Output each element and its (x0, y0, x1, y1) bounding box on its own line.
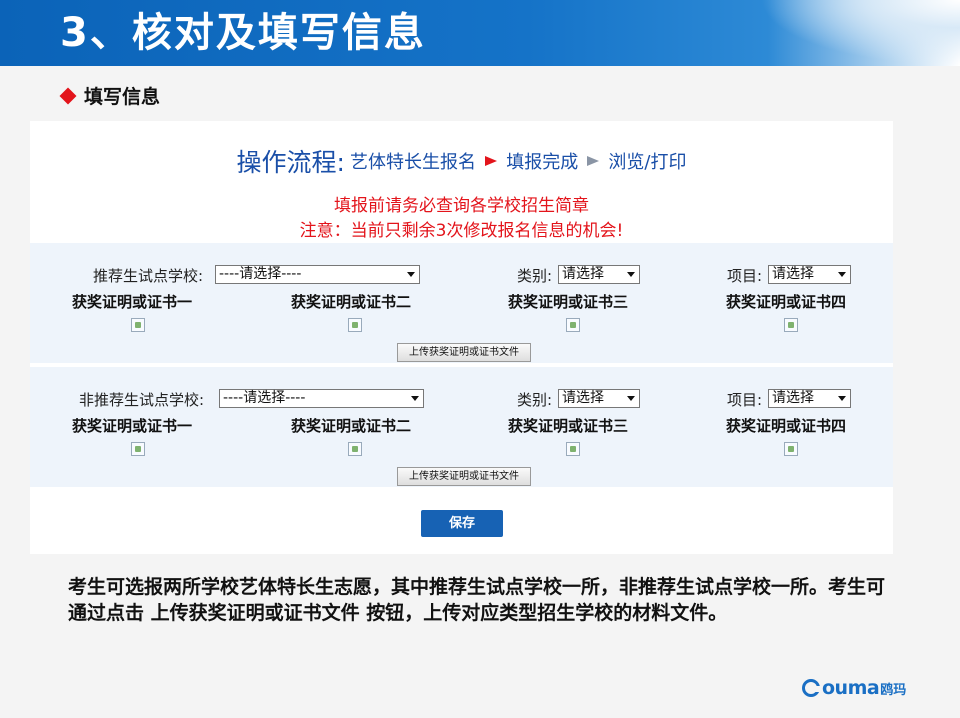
logo-cn-text: 鸥玛 (880, 682, 907, 698)
non-recommended-project-select[interactable]: 请选择 (768, 389, 851, 408)
non-recommended-category-label: 类别: (517, 391, 553, 409)
chevron-down-icon (838, 272, 846, 277)
notice-check-guide: 填报前请务必查询各学校招生简章 (334, 196, 589, 216)
header-swoosh (760, 0, 960, 66)
certificate-image-1[interactable] (131, 442, 145, 456)
section-heading-text: 填写信息 (84, 86, 161, 108)
registration-form-panel: 操作流程: 艺体特长生报名 填报完成 浏览/打印 填报前请务必查询各学校招生简章… (30, 121, 893, 554)
recommended-school-select[interactable]: ----请选择---- (215, 265, 420, 284)
non-recommended-school-value: ----请选择---- (223, 390, 306, 406)
flow-step-register: 艺体特长生报名 (350, 152, 477, 173)
certificate-label-2: 获奖证明或证书二 (291, 417, 412, 435)
upload-certificate-button[interactable]: 上传获奖证明或证书文件 (397, 343, 531, 362)
non-recommended-school-select[interactable]: ----请选择---- (219, 389, 424, 408)
flow-step-complete: 填报完成 (506, 152, 579, 173)
logo-text: ouma (822, 677, 880, 699)
recommended-project-select[interactable]: 请选择 (768, 265, 851, 284)
arrow-right-icon (485, 156, 498, 166)
non-recommended-school-label: 非推荐生试点学校: (79, 391, 205, 409)
arrow-right-icon (587, 156, 600, 166)
certificate-image-4[interactable] (784, 442, 798, 456)
diamond-bullet-icon (59, 87, 77, 105)
certificate-label-3: 获奖证明或证书三 (508, 417, 629, 435)
chevron-down-icon (411, 396, 419, 401)
certificate-label-1: 获奖证明或证书一 (72, 417, 193, 435)
recommended-category-label: 类别: (517, 267, 553, 285)
recommended-school-section: 推荐生试点学校: ----请选择---- 类别: 请选择 项目: 请选择 获奖证… (30, 243, 893, 363)
certificate-image-4[interactable] (784, 318, 798, 332)
certificate-label-3: 获奖证明或证书三 (508, 293, 629, 311)
slide-description: 考生可选报两所学校艺体特长生志愿，其中推荐生试点学校一所，非推荐生试点学校一所。… (68, 576, 886, 624)
chevron-down-icon (838, 396, 846, 401)
non-recommended-category-value: 请选择 (562, 390, 604, 406)
non-recommended-school-section: 非推荐生试点学校: ----请选择---- 类别: 请选择 项目: 请选择 获奖… (30, 367, 893, 487)
upload-certificate-button[interactable]: 上传获奖证明或证书文件 (397, 467, 531, 486)
section-heading: 填写信息 (59, 84, 161, 110)
chevron-down-icon (627, 396, 635, 401)
recommended-category-value: 请选择 (562, 266, 604, 282)
notice-remaining-edits: 注意：当前只剩余3次修改报名信息的机会! (299, 221, 624, 241)
recommended-project-label: 项目: (727, 267, 763, 285)
recommended-school-value: ----请选择---- (219, 266, 302, 282)
certificate-image-2[interactable] (348, 318, 362, 332)
certificate-image-3[interactable] (566, 318, 580, 332)
ouma-logo-icon (802, 679, 820, 697)
certificate-image-2[interactable] (348, 442, 362, 456)
non-recommended-category-select[interactable]: 请选择 (558, 389, 640, 408)
certificate-image-3[interactable] (566, 442, 580, 456)
non-recommended-project-value: 请选择 (772, 390, 814, 406)
flow-title: 操作流程: (236, 148, 345, 177)
certificate-label-4: 获奖证明或证书四 (726, 293, 847, 311)
non-recommended-project-label: 项目: (727, 391, 763, 409)
certificate-label-2: 获奖证明或证书二 (291, 293, 412, 311)
chevron-down-icon (407, 272, 415, 277)
certificate-label-4: 获奖证明或证书四 (726, 417, 847, 435)
flow-step-print: 浏览/打印 (608, 152, 687, 173)
recommended-project-value: 请选择 (772, 266, 814, 282)
certificate-image-1[interactable] (131, 318, 145, 332)
recommended-category-select[interactable]: 请选择 (558, 265, 640, 284)
ouma-logo: ouma鸥玛 (802, 677, 907, 699)
operation-flow: 操作流程: 艺体特长生报名 填报完成 浏览/打印 (30, 143, 893, 179)
save-button[interactable]: 保存 (421, 510, 503, 537)
recommended-school-label: 推荐生试点学校: (93, 267, 204, 285)
certificate-label-1: 获奖证明或证书一 (72, 293, 193, 311)
chevron-down-icon (627, 272, 635, 277)
slide-title: 3、核对及填写信息 (60, 10, 426, 56)
